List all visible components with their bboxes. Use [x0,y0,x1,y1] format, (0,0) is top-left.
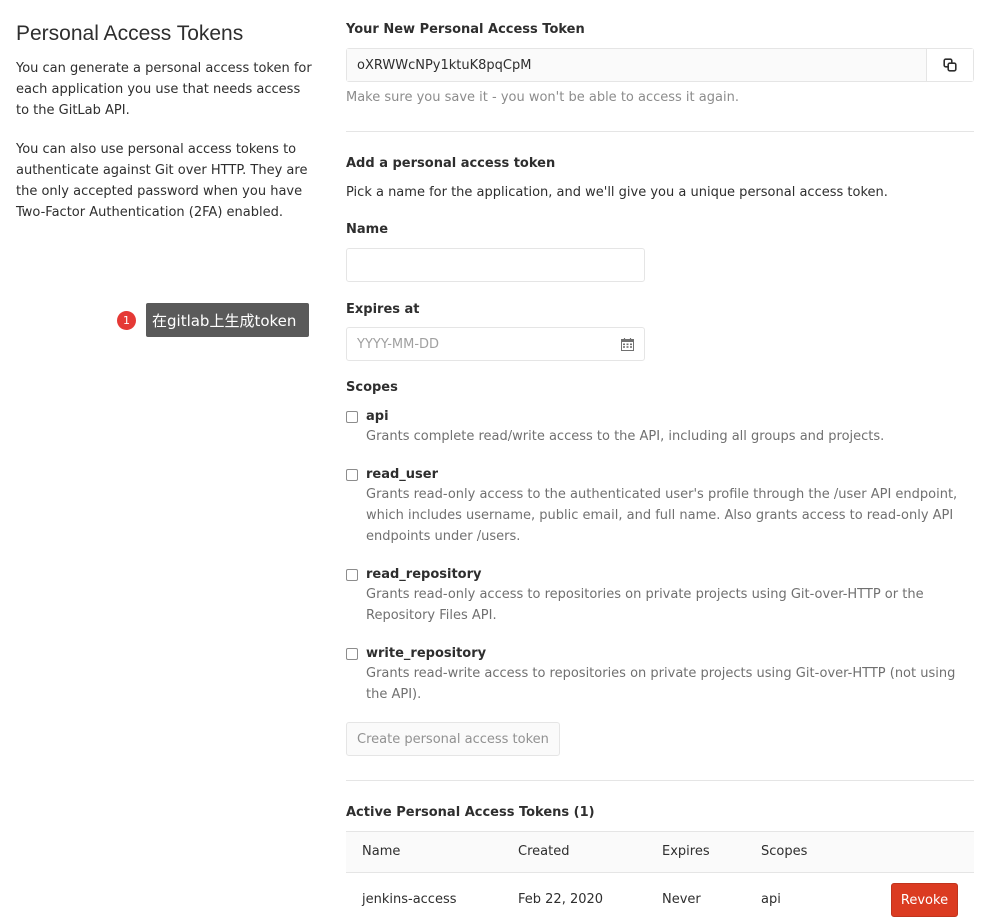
save-hint: Make sure you save it - you won't be abl… [346,90,739,105]
annotation: 1 在gitlab上生成token [117,303,310,337]
scope-api-checkbox[interactable] [346,410,358,423]
add-token-description: Pick a name for the application, and we'… [346,185,888,200]
divider [346,780,974,781]
scope-description: Grants read-write access to repositories… [366,666,956,702]
active-tokens-title: Active Personal Access Tokens (1) [346,805,595,820]
annotation-text: 在gitlab上生成token [146,303,310,337]
scope-write-repository-checkbox[interactable] [346,647,358,660]
token-name: jenkins-access [362,892,457,907]
tokens-table-header: Name Created Expires Scopes [346,831,974,873]
table-row: jenkins-access Feb 22, 2020 Never api Re… [346,873,974,923]
calendar-icon[interactable] [621,337,634,351]
intro-paragraph-2: You can also use personal access tokens … [16,142,308,220]
scope-read-user: read_user Grants read-only access to the… [346,467,974,547]
expires-input[interactable]: YYYY-MM-DD [346,327,645,361]
new-token-title: Your New Personal Access Token [346,22,585,37]
column-header-scopes: Scopes [761,844,808,859]
scope-name[interactable]: api [366,409,389,424]
intro-panel: Personal Access Tokens You can generate … [16,22,316,241]
scope-name[interactable]: read_repository [366,567,482,582]
add-token-title: Add a personal access token [346,156,556,171]
scopes-label: Scopes [346,380,398,395]
new-token-group: oXRWWcNPy1ktuK8pqCpM [346,48,974,82]
page: Personal Access Tokens You can generate … [0,0,996,923]
copy-token-button[interactable] [926,49,973,81]
column-header-created: Created [518,844,570,859]
scope-read-user-checkbox[interactable] [346,468,358,481]
scope-api: api Grants complete read/write access to… [346,409,974,447]
column-header-name: Name [362,844,401,859]
scope-name[interactable]: write_repository [366,646,486,661]
column-header-expires: Expires [662,844,710,859]
page-title: Personal Access Tokens [16,22,244,45]
token-scopes: api [761,892,781,907]
create-token-button[interactable]: Create personal access token [346,722,560,756]
annotation-number: 1 [117,310,136,330]
scope-read-repository: read_repository Grants read-only access … [346,567,974,626]
name-input[interactable] [346,248,645,282]
divider [346,131,974,132]
token-created: Feb 22, 2020 [518,892,604,907]
expires-placeholder: YYYY-MM-DD [357,336,440,352]
scope-read-repository-checkbox[interactable] [346,568,358,581]
copy-icon [943,58,957,72]
intro-paragraph-1: You can generate a personal access token… [16,61,312,118]
scope-write-repository: write_repository Grants read-write acces… [346,646,974,705]
new-token-field[interactable]: oXRWWcNPy1ktuK8pqCpM [347,49,926,81]
name-label: Name [346,222,389,237]
revoke-button[interactable]: Revoke [891,883,958,917]
scope-name[interactable]: read_user [366,467,438,482]
expires-label: Expires at [346,302,420,317]
token-expires: Never [662,892,701,907]
scope-description: Grants read-only access to repositories … [366,587,924,623]
scope-description: Grants complete read/write access to the… [366,429,885,444]
scope-description: Grants read-only access to the authentic… [366,487,958,544]
